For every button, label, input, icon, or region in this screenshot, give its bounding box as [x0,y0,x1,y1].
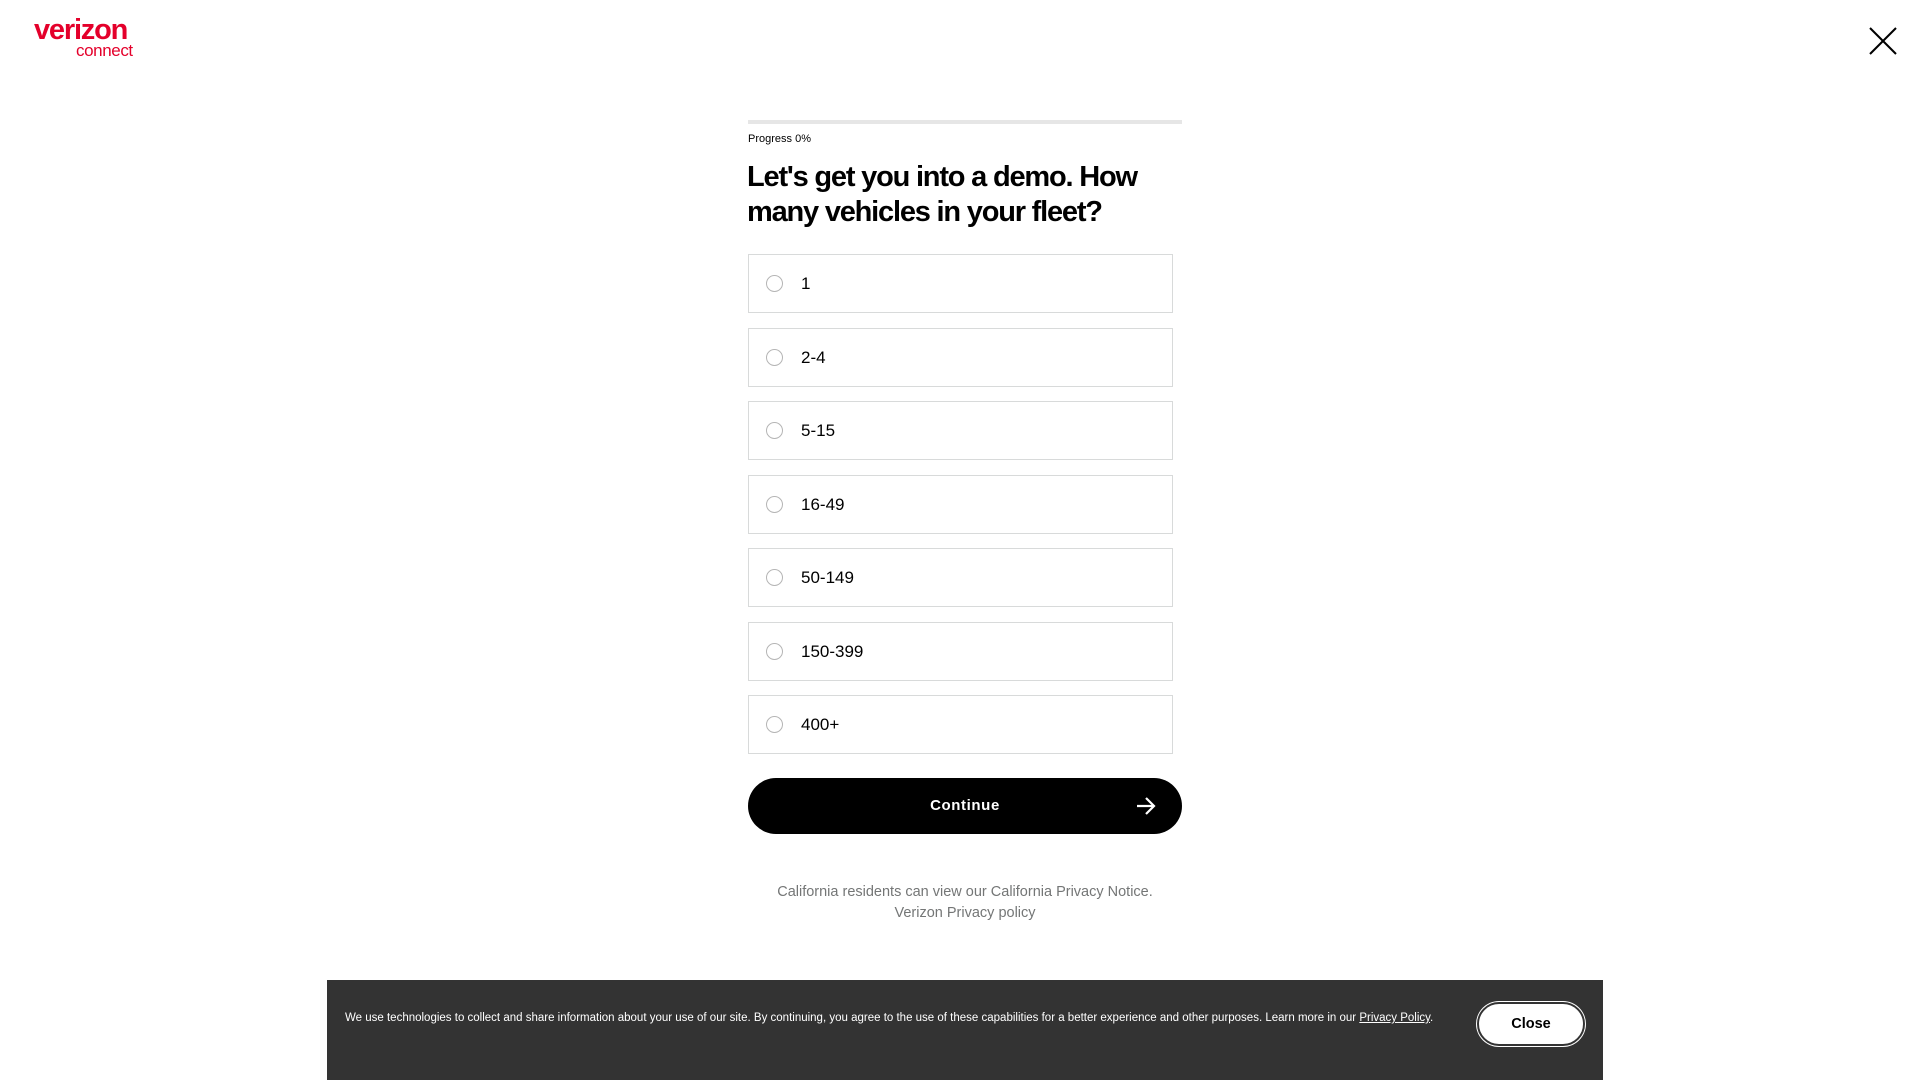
option-1[interactable]: 1 [748,254,1173,313]
option-label: 16-49 [801,494,845,514]
cookie-banner: We use technologies to collect and share… [327,980,1603,1080]
option-label: 2-4 [801,347,826,367]
cookie-text: We use technologies to collect and share… [345,1011,1451,1025]
page: verizon connect Progress 0% Let's get yo… [0,0,1920,1080]
verizon-privacy-link[interactable]: Verizon Privacy policy [894,905,1035,921]
option-label: 150-399 [801,641,864,661]
radio-button[interactable] [766,275,783,292]
option-label: 1 [801,274,811,293]
cookie-close-button[interactable]: Close [1477,1002,1585,1046]
question-heading: Let's get you into a demo. How many vehi… [747,161,1138,228]
radio-button[interactable] [766,569,783,586]
privacy-links: California residents can view our Califo… [748,882,1182,924]
continue-label: Continue [930,797,1000,814]
logo-subtext: connect [76,41,133,60]
option-2-4[interactable]: 2-4 [748,327,1173,387]
option-label: 400+ [801,715,840,734]
radio-button[interactable] [766,422,783,439]
cookie-suffix: . [1430,1012,1434,1024]
option-label: 50-149 [801,568,854,587]
verizon-connect-logo[interactable]: verizon connect [34,14,144,60]
radio-button[interactable] [766,716,783,733]
privacy-policy-link[interactable]: Privacy Policy [1359,1012,1430,1024]
option-400-plus[interactable]: 400+ [748,695,1173,754]
progress-label: Progress 0% [748,133,811,145]
option-label: 5-15 [801,421,836,440]
california-privacy-link[interactable]: California residents can view our Califo… [777,884,1153,900]
cookie-message: We use technologies to collect and share… [345,1012,1360,1024]
radio-button[interactable] [766,348,783,366]
continue-button[interactable]: Continue [748,778,1182,834]
fleet-size-options: 1 2-4 5-15 16-49 50-149 150-399 400+ [748,254,1173,769]
close-icon[interactable] [1868,26,1898,56]
progress-bar [748,120,1182,124]
radio-button[interactable] [766,495,783,513]
option-16-49[interactable]: 16-49 [748,474,1173,534]
option-5-15[interactable]: 5-15 [748,401,1173,460]
option-150-399[interactable]: 150-399 [748,621,1173,681]
option-50-149[interactable]: 50-149 [748,548,1173,607]
arrow-right-icon [1137,797,1156,815]
radio-button[interactable] [766,642,783,660]
